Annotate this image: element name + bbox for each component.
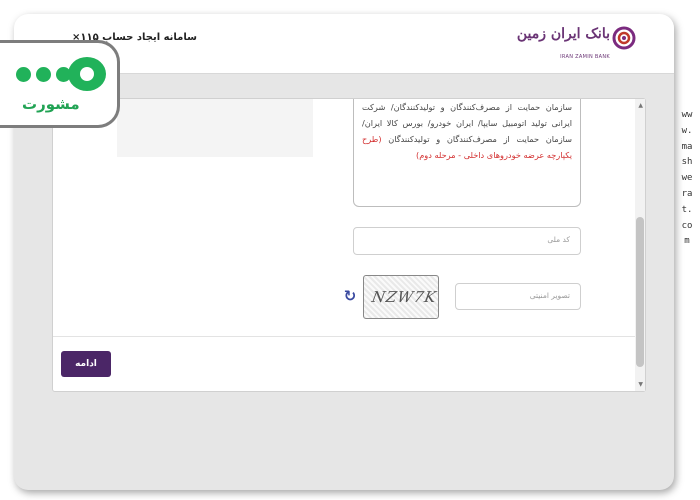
- ring-icon: [68, 57, 106, 91]
- dot-icon: [16, 67, 31, 82]
- divider: [53, 336, 637, 337]
- bank-logo-icon: [612, 26, 636, 50]
- bank-name-english: IRAN ZAMIN BANK: [560, 54, 610, 60]
- scroll-up-icon[interactable]: ▲: [638, 102, 643, 109]
- form-card: سازمان حمایت از مصرف‌کنندگان و تولیدکنند…: [52, 98, 646, 392]
- logo-word: مشورت: [22, 95, 80, 113]
- terms-text: سازمان حمایت از مصرف‌کنندگان و تولیدکنند…: [362, 102, 572, 144]
- captcha-placeholder: تصویر امنیتی: [529, 291, 570, 300]
- national-code-input[interactable]: کد ملی: [353, 227, 581, 255]
- blank-panel: [117, 99, 313, 157]
- national-code-placeholder: کد ملی: [547, 235, 570, 244]
- scrollbar-thumb[interactable]: [636, 217, 644, 367]
- terms-textarea[interactable]: سازمان حمایت از مصرف‌کنندگان و تولیدکنند…: [353, 99, 581, 207]
- captcha-text: NZW7K: [370, 288, 439, 306]
- continue-button[interactable]: ادامه: [61, 351, 111, 377]
- watermark: www.mashwerat.com: [681, 110, 693, 247]
- refresh-captcha-icon[interactable]: ↻: [343, 288, 357, 304]
- site-logo-badge: مشورت: [0, 40, 120, 128]
- scrollbar[interactable]: ▲ ▼: [635, 99, 645, 391]
- bank-name: بانک ایران زمین: [516, 26, 610, 42]
- captcha-image: NZW7K: [363, 275, 439, 319]
- scroll-down-icon[interactable]: ▼: [638, 381, 643, 388]
- dot-icon: [36, 67, 51, 82]
- captcha-input[interactable]: تصویر امنیتی: [455, 283, 581, 310]
